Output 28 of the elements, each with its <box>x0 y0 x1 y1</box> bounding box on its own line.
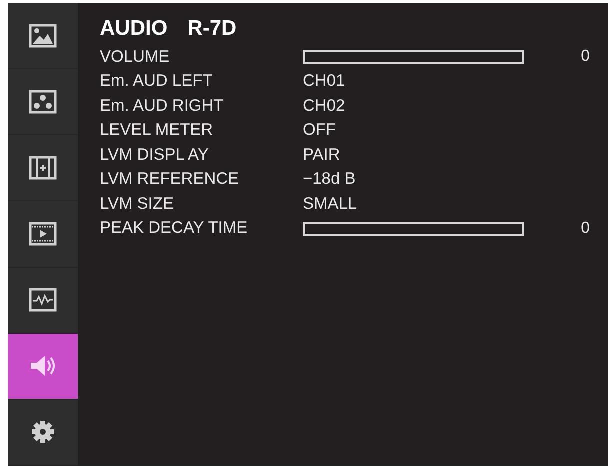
film-icon <box>29 222 57 246</box>
setting-label: LEVEL METER <box>100 121 214 140</box>
setting-value[interactable]: SMALL <box>303 194 524 214</box>
landscape-icon <box>29 24 57 48</box>
setting-label: LVM DISPL AY <box>100 146 210 165</box>
setting-value[interactable]: −18d B <box>303 170 524 190</box>
setting-label: LVM SIZE <box>100 194 175 214</box>
setting-label: Em. AUD RIGHT <box>100 96 225 116</box>
setting-value[interactable]: PAIR <box>303 146 524 165</box>
waveform-icon <box>29 288 57 312</box>
setting-label: VOLUME <box>100 48 171 67</box>
menu-title: AUDIO <box>100 17 168 41</box>
frame-icon <box>29 156 57 180</box>
setting-value[interactable]: CH01 <box>303 72 524 92</box>
setting-label: PEAK DECAY TIME <box>100 219 249 238</box>
slider-track[interactable] <box>303 50 524 64</box>
slider-track[interactable] <box>303 222 524 236</box>
sidebar-tab[interactable] <box>8 334 78 400</box>
setting-label: LVM REFERENCE <box>100 170 240 190</box>
setting-label: Em. AUD LEFT <box>100 72 214 92</box>
dots-icon <box>29 90 57 114</box>
setting-value[interactable]: CH02 <box>303 96 524 116</box>
slider-reading: 0 <box>581 48 590 66</box>
settings-icon <box>29 420 57 444</box>
model-name: R-7D <box>188 17 237 41</box>
speaker-icon <box>29 354 57 378</box>
slider-reading: 0 <box>581 220 590 238</box>
setting-value[interactable]: OFF <box>303 121 524 140</box>
